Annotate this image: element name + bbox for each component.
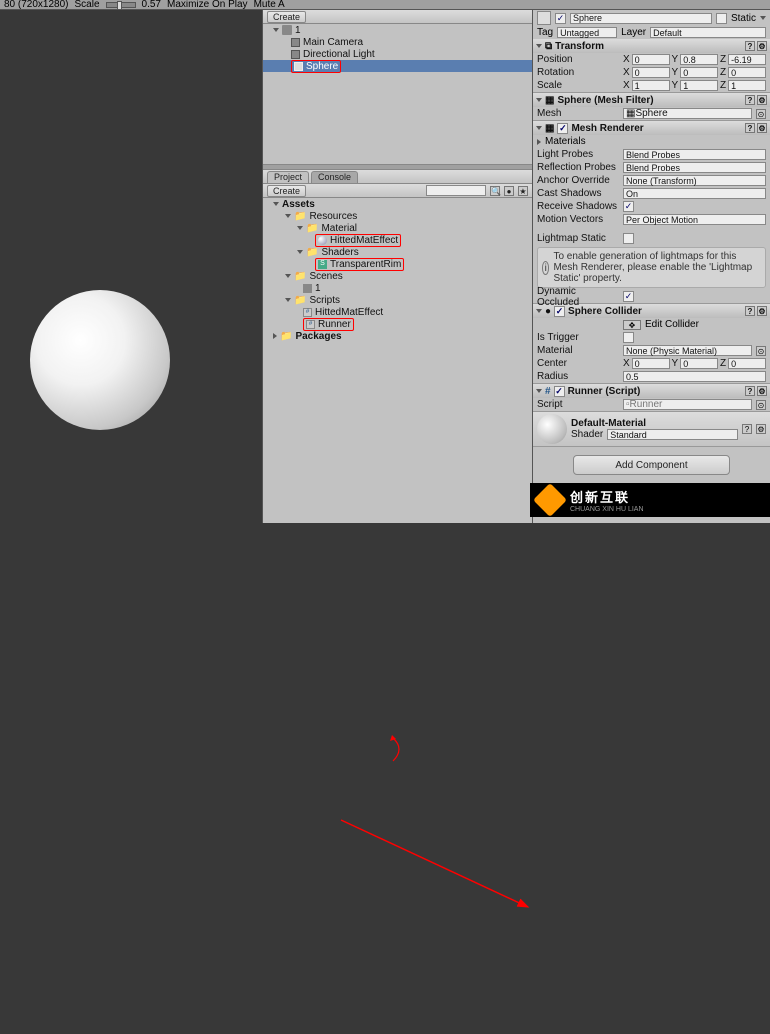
position-label: Position <box>537 54 619 65</box>
project-create-dropdown[interactable]: Create <box>267 185 306 197</box>
scale-label: Scale <box>537 80 619 91</box>
pos-y[interactable]: 0.8 <box>680 54 718 65</box>
mesh-field[interactable]: ▦ Sphere <box>623 108 752 119</box>
static-dropdown-icon[interactable] <box>760 16 766 20</box>
radius-field[interactable]: 0.5 <box>623 371 766 382</box>
top-toolbar: 80 (720x1280) Scale 0.57 Maximize On Pla… <box>0 0 770 10</box>
material-preview <box>537 414 567 444</box>
layer-dropdown[interactable]: Default <box>650 27 766 38</box>
scale-value: 0.57 <box>142 0 161 10</box>
gameobject-icon[interactable] <box>537 11 551 25</box>
lightprobes-dropdown[interactable]: Blend Probes <box>623 149 766 160</box>
annotation-overlay <box>0 517 770 1034</box>
pos-x[interactable]: 0 <box>632 54 670 65</box>
gameobject-name[interactable]: Sphere <box>570 13 712 24</box>
lightmap-static-checkbox[interactable] <box>623 233 634 244</box>
tag-label: Tag <box>537 27 553 38</box>
inspector-panel: ✓ Sphere Static Tag Untagged Layer Defau… <box>532 10 770 523</box>
hier-item[interactable]: Main Camera <box>263 36 532 48</box>
motion-dropdown[interactable]: Per Object Motion <box>623 214 766 225</box>
project-search[interactable] <box>426 185 486 196</box>
hierarchy-toolbar: Create <box>263 10 532 24</box>
active-checkbox[interactable]: ✓ <box>555 13 566 24</box>
physic-material-field[interactable]: None (Physic Material) <box>623 345 752 356</box>
project-panel[interactable]: Assets 📁Resources 📁Material HittedMatEff… <box>263 198 532 523</box>
add-component-button[interactable]: Add Component <box>573 455 730 475</box>
picker-icon[interactable]: ⊙ <box>756 346 766 356</box>
static-checkbox[interactable] <box>716 13 727 24</box>
picker-icon[interactable]: ⊙ <box>756 109 766 119</box>
gear-icon[interactable]: ⚙ <box>757 41 767 51</box>
hierarchy-panel[interactable]: 1 Main Camera Directional Light Sphere <box>263 24 532 164</box>
collider-header[interactable]: ●✓Sphere Collider?⚙ <box>533 304 770 318</box>
meshfilter-header[interactable]: ▦Sphere (Mesh Filter)?⚙ <box>533 93 770 107</box>
hier-item[interactable]: Directional Light <box>263 48 532 60</box>
layer-label: Layer <box>621 27 646 38</box>
anchor-field[interactable]: None (Transform) <box>623 175 766 186</box>
pos-z[interactable]: -6.19 <box>728 54 766 65</box>
sphere-rendered <box>30 290 170 430</box>
picker-icon[interactable]: ⊙ <box>756 400 766 410</box>
console-tab[interactable]: Console <box>311 171 358 183</box>
filter-icon[interactable]: ● <box>504 186 514 196</box>
search-icon[interactable]: 🔍 <box>490 186 500 196</box>
receive-shadows-checkbox[interactable]: ✓ <box>623 201 634 212</box>
transform-header[interactable]: ⧉Transform ?⚙ <box>533 39 770 53</box>
dynamic-occluded-checkbox[interactable]: ✓ <box>623 291 634 302</box>
gear-icon[interactable]: ⚙ <box>756 424 766 434</box>
shader-dropdown[interactable]: Standard <box>607 429 738 440</box>
watermark: 创新互联 CHUANG XIN HU LIAN <box>530 483 770 517</box>
meshrenderer-header[interactable]: ▦✓Mesh Renderer?⚙ <box>533 121 770 135</box>
help-icon[interactable]: ? <box>742 424 752 434</box>
rotation-label: Rotation <box>537 67 619 78</box>
scene-row[interactable]: 1 <box>263 24 532 36</box>
scale-label: Scale <box>75 0 100 10</box>
star-icon[interactable]: ★ <box>518 186 528 196</box>
resolution[interactable]: 80 (720x1280) <box>4 0 69 10</box>
scale-slider[interactable] <box>106 2 136 8</box>
static-label: Static <box>731 13 756 24</box>
is-trigger-checkbox[interactable] <box>623 332 634 343</box>
castshadows-dropdown[interactable]: On <box>623 188 766 199</box>
script-asset[interactable]: #Runner <box>263 318 532 330</box>
script-asset[interactable]: #HittedMatEffect <box>263 306 532 318</box>
mute-audio[interactable]: Mute A <box>254 0 285 10</box>
material-asset[interactable]: HittedMatEffect <box>263 234 532 246</box>
game-view <box>0 10 262 523</box>
script-field[interactable]: ▫ Runner <box>623 399 752 410</box>
help-icon[interactable]: ? <box>745 41 755 51</box>
material-name: Default-Material <box>571 418 738 429</box>
lightmap-info: iTo enable generation of lightmaps for t… <box>537 247 766 288</box>
shader-asset[interactable]: STransparentRim <box>263 258 532 270</box>
create-dropdown[interactable]: Create <box>267 11 306 23</box>
hier-item-selected[interactable]: Sphere <box>263 60 532 72</box>
project-tab[interactable]: Project <box>267 171 309 183</box>
maximize-on-play[interactable]: Maximize On Play <box>167 0 248 10</box>
project-tabs: Project Console <box>263 170 532 184</box>
runner-header[interactable]: #✓Runner (Script)?⚙ <box>533 384 770 398</box>
refprobes-dropdown[interactable]: Blend Probes <box>623 162 766 173</box>
brand-logo-icon <box>533 483 567 517</box>
edit-collider-button[interactable]: ✥ <box>623 320 641 330</box>
tag-dropdown[interactable]: Untagged <box>557 27 617 38</box>
